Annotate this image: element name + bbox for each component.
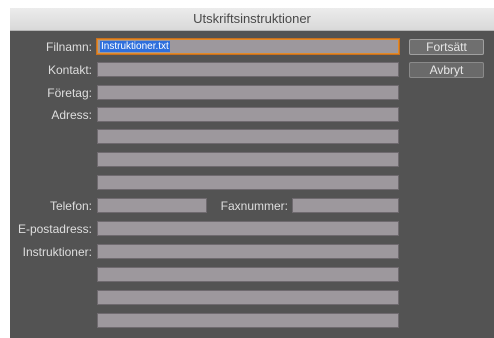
continue-button[interactable]: Fortsätt: [409, 39, 484, 55]
filename-value: Instruktioner.txt: [100, 41, 170, 52]
address-label: Adress:: [51, 108, 92, 122]
filename-label: Filnamn:: [45, 40, 92, 54]
email-field[interactable]: [97, 221, 399, 236]
cancel-button[interactable]: Avbryt: [409, 62, 484, 78]
email-label: E-postadress:: [17, 222, 92, 236]
instructions-label: Instruktioner:: [22, 245, 92, 259]
instructions-line-4[interactable]: [97, 313, 399, 328]
address-line-1[interactable]: [97, 107, 399, 122]
contact-label: Kontakt:: [47, 63, 92, 77]
dialog-title: Utskriftsinstruktioner: [10, 8, 494, 31]
address-line-2[interactable]: [97, 129, 399, 144]
instructions-line-1[interactable]: [97, 244, 399, 259]
address-line-4[interactable]: [97, 175, 399, 190]
instructions-line-2[interactable]: [97, 267, 399, 282]
address-line-3[interactable]: [97, 152, 399, 167]
company-label: Företag:: [47, 86, 92, 100]
phone-field[interactable]: [97, 198, 207, 213]
fax-label: Faxnummer:: [220, 199, 288, 213]
company-field[interactable]: [97, 85, 399, 100]
print-instructions-dialog: Utskriftsinstruktioner Filnamn: Instrukt…: [10, 8, 494, 338]
filename-field[interactable]: Instruktioner.txt: [97, 39, 399, 54]
instructions-line-3[interactable]: [97, 290, 399, 305]
phone-label: Telefon:: [49, 199, 92, 213]
contact-field[interactable]: [97, 62, 399, 77]
fax-field[interactable]: [292, 198, 399, 213]
